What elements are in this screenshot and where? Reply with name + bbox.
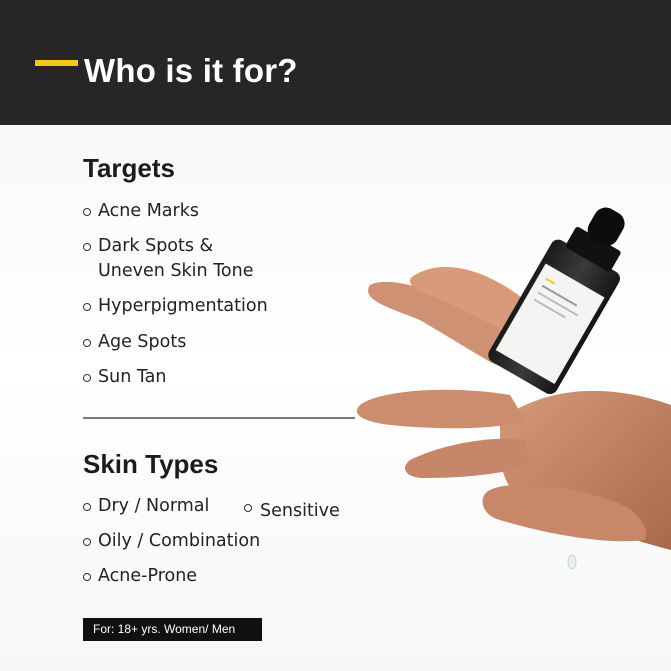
bullet-icon [83,538,91,546]
header-banner: Who is it for? [0,0,671,125]
product-hand-image [356,207,671,570]
bullet-icon [83,243,91,251]
header-accent-bar [35,60,78,66]
skin-type-sensitive: Sensitive [260,501,340,521]
skin-type-oily-combination: Oily / Combination [98,531,261,551]
target-item-dark-spots-line1: Dark Spots & [98,236,214,256]
bullet-icon [83,573,91,581]
target-item-sun-tan: Sun Tan [98,367,167,387]
bullet-icon [83,208,91,216]
section-divider [83,417,355,419]
target-item-age-spots: Age Spots [98,332,187,352]
bullet-icon [83,503,91,511]
page-title: Who is it for? [84,52,298,89]
audience-badge: For: 18+ yrs. Women/ Men [83,618,262,641]
bullet-icon [83,339,91,347]
skin-type-dry-normal: Dry / Normal [98,496,210,516]
skin-type-acne-prone: Acne-Prone [98,566,198,586]
target-item-hyperpigmentation: Hyperpigmentation [98,296,268,316]
bullet-icon [83,374,91,382]
skin-types-heading: Skin Types [83,449,219,479]
targets-heading: Targets [83,153,175,183]
bullet-icon [244,504,252,512]
target-item-dark-spots-line2: Uneven Skin Tone [98,261,254,281]
target-item-acne-marks: Acne Marks [98,201,199,221]
bullet-icon [83,303,91,311]
